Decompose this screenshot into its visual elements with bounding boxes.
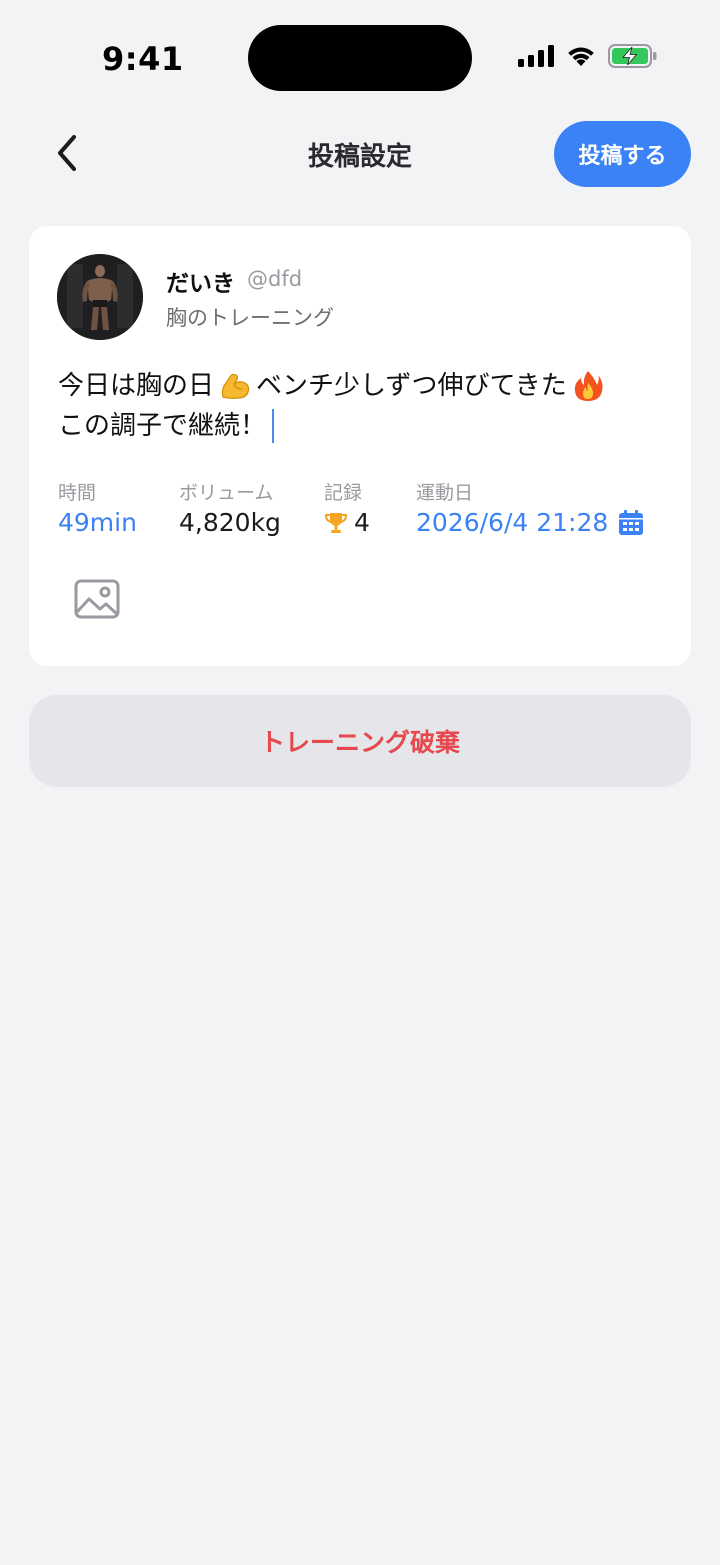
stat-time: 時間 49min xyxy=(58,478,137,537)
stat-date-label: 運動日 xyxy=(416,482,474,504)
stat-record-value: 4 xyxy=(354,508,370,537)
post-text-segment: この調子で継続！ xyxy=(58,411,267,441)
stat-volume-value: 4,820kg xyxy=(179,508,281,537)
discard-training-button[interactable]: トレーニング破棄 xyxy=(29,695,691,787)
user-handle: @dfd xyxy=(247,267,303,291)
workout-name: 胸のトレーニング xyxy=(166,306,334,330)
post-text-segment: 今日は胸の日 xyxy=(58,371,215,401)
trophy-icon xyxy=(324,511,348,535)
stat-date-value: 2026/6/4 21:28 xyxy=(416,508,609,537)
calendar-icon[interactable] xyxy=(618,509,644,536)
stat-record-label: 記録 xyxy=(324,482,363,504)
post-text-line: 今日は胸の日 ベンチ少しずつ伸びてきた xyxy=(58,366,668,406)
image-icon xyxy=(73,579,121,626)
dynamic-island xyxy=(248,25,472,91)
wifi-icon xyxy=(566,45,596,71)
navigation-bar: 投稿設定 投稿する xyxy=(0,110,720,200)
add-image-button[interactable] xyxy=(73,578,121,622)
cellular-signal-icon xyxy=(518,45,554,71)
text-caret xyxy=(272,409,275,443)
fire-icon xyxy=(571,369,605,403)
stat-record-value-row: 4 xyxy=(324,508,370,537)
post-button[interactable]: 投稿する xyxy=(554,121,691,187)
post-card: だいき @dfd 胸のトレーニング 今日は胸の日 ベンチ少しずつ伸びてきた この… xyxy=(29,226,691,666)
stat-date-value-row[interactable]: 2026/6/4 21:28 xyxy=(416,508,644,537)
post-text-input[interactable]: 今日は胸の日 ベンチ少しずつ伸びてきた この調子で継続！ xyxy=(58,366,668,446)
stat-volume: ボリューム 4,820kg xyxy=(179,478,281,537)
flexed-biceps-icon xyxy=(218,369,252,403)
avatar[interactable] xyxy=(57,254,143,340)
status-time: 9:41 xyxy=(102,40,184,78)
stat-time-value: 49min xyxy=(58,508,137,537)
battery-charging-icon xyxy=(608,44,658,72)
stat-time-label: 時間 xyxy=(58,482,97,504)
stat-volume-label: ボリューム xyxy=(179,482,274,504)
bodybuilder-photo xyxy=(57,254,143,340)
stat-record: 記録 4 xyxy=(324,478,370,537)
status-bar: 9:41 xyxy=(0,0,720,110)
status-icons xyxy=(518,44,658,72)
post-text-line: この調子で継続！ xyxy=(58,406,668,446)
stat-date[interactable]: 運動日 2026/6/4 21:28 xyxy=(416,478,644,537)
user-name: だいき xyxy=(166,271,235,297)
post-text-segment: ベンチ少しずつ伸びてきた xyxy=(256,371,567,401)
